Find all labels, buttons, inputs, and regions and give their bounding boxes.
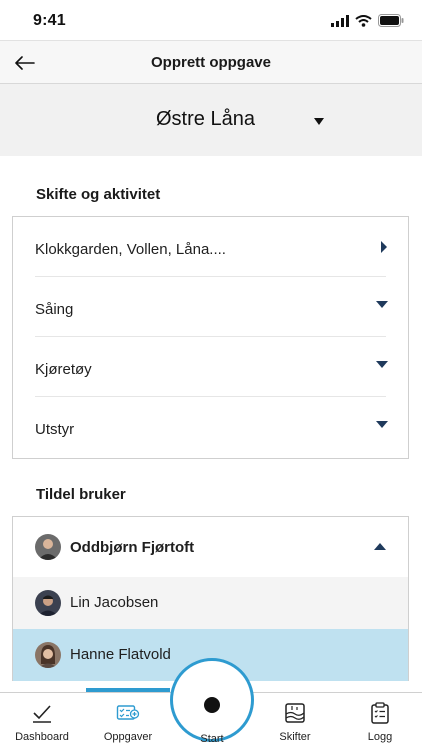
- avatar: [35, 590, 61, 616]
- caret-up-icon: [374, 543, 386, 550]
- section-title-assign: Tildel bruker: [36, 486, 126, 503]
- tab-oppgaver[interactable]: Oppgaver: [86, 693, 170, 750]
- activity-row-location[interactable]: Klokkgarden, Vollen, Låna....: [35, 217, 387, 277]
- field-map-icon: [285, 703, 305, 723]
- wifi-icon: [355, 14, 372, 27]
- activity-row-utstyr[interactable]: Utstyr: [35, 397, 388, 457]
- activity-label: Utstyr: [35, 421, 75, 438]
- section-title-activity: Skifte og aktivitet: [36, 186, 161, 203]
- status-bar: 9:41: [0, 0, 422, 40]
- user-option-name: Lin Jacobsen: [70, 594, 159, 611]
- activity-row-kjoretoy[interactable]: Kjøretøy: [35, 337, 388, 397]
- tab-label: Logg: [367, 731, 393, 743]
- chevron-right-icon: [381, 241, 387, 253]
- avatar: [35, 534, 61, 560]
- activity-row-saing[interactable]: Såing: [35, 277, 388, 337]
- navigation-header: Opprett oppgave: [0, 40, 422, 84]
- start-label: Start: [200, 733, 224, 745]
- tab-label: Dashboard: [15, 731, 69, 743]
- record-icon: [204, 697, 220, 713]
- assign-user-dropdown[interactable]: Oddbjørn Fjørtoft: [13, 517, 408, 577]
- location-selector[interactable]: Østre Låna: [0, 84, 422, 156]
- clipboard-icon: [371, 702, 389, 724]
- tab-skifter[interactable]: Skifter: [253, 693, 337, 750]
- caret-down-icon: [376, 301, 388, 308]
- status-icons: [331, 14, 404, 27]
- selected-user-name: Oddbjørn Fjørtoft: [70, 539, 195, 556]
- activity-label: Klokkgarden, Vollen, Låna....: [35, 241, 226, 258]
- tab-label: Oppgaver: [103, 731, 153, 743]
- signal-icon: [331, 14, 349, 27]
- activity-label: Kjøretøy: [35, 361, 92, 378]
- user-option-name: Hanne Flatvold: [70, 646, 171, 663]
- activity-card: Klokkgarden, Vollen, Låna.... Såing Kjør…: [12, 216, 409, 459]
- page-title: Opprett oppgave: [150, 54, 271, 71]
- activity-label: Såing: [35, 301, 74, 318]
- user-option[interactable]: Lin Jacobsen: [13, 577, 408, 629]
- battery-icon: [378, 14, 404, 27]
- avatar: [35, 642, 61, 668]
- dashboard-icon: [33, 705, 51, 723]
- assign-user-card: Oddbjørn Fjørtoft Lin Jacobsen Hanne Fla…: [12, 516, 409, 681]
- start-button[interactable]: Start: [170, 658, 254, 745]
- location-name: Østre Låna: [156, 108, 255, 130]
- status-time: 9:41: [33, 12, 66, 29]
- caret-down-icon: [376, 361, 388, 368]
- task-list-icon: [116, 705, 140, 720]
- tab-label: Skifter: [279, 731, 311, 743]
- tab-logg[interactable]: Logg: [338, 693, 422, 750]
- caret-down-icon: [376, 421, 388, 428]
- caret-down-icon[interactable]: [313, 117, 325, 126]
- tab-dashboard[interactable]: Dashboard: [0, 693, 84, 750]
